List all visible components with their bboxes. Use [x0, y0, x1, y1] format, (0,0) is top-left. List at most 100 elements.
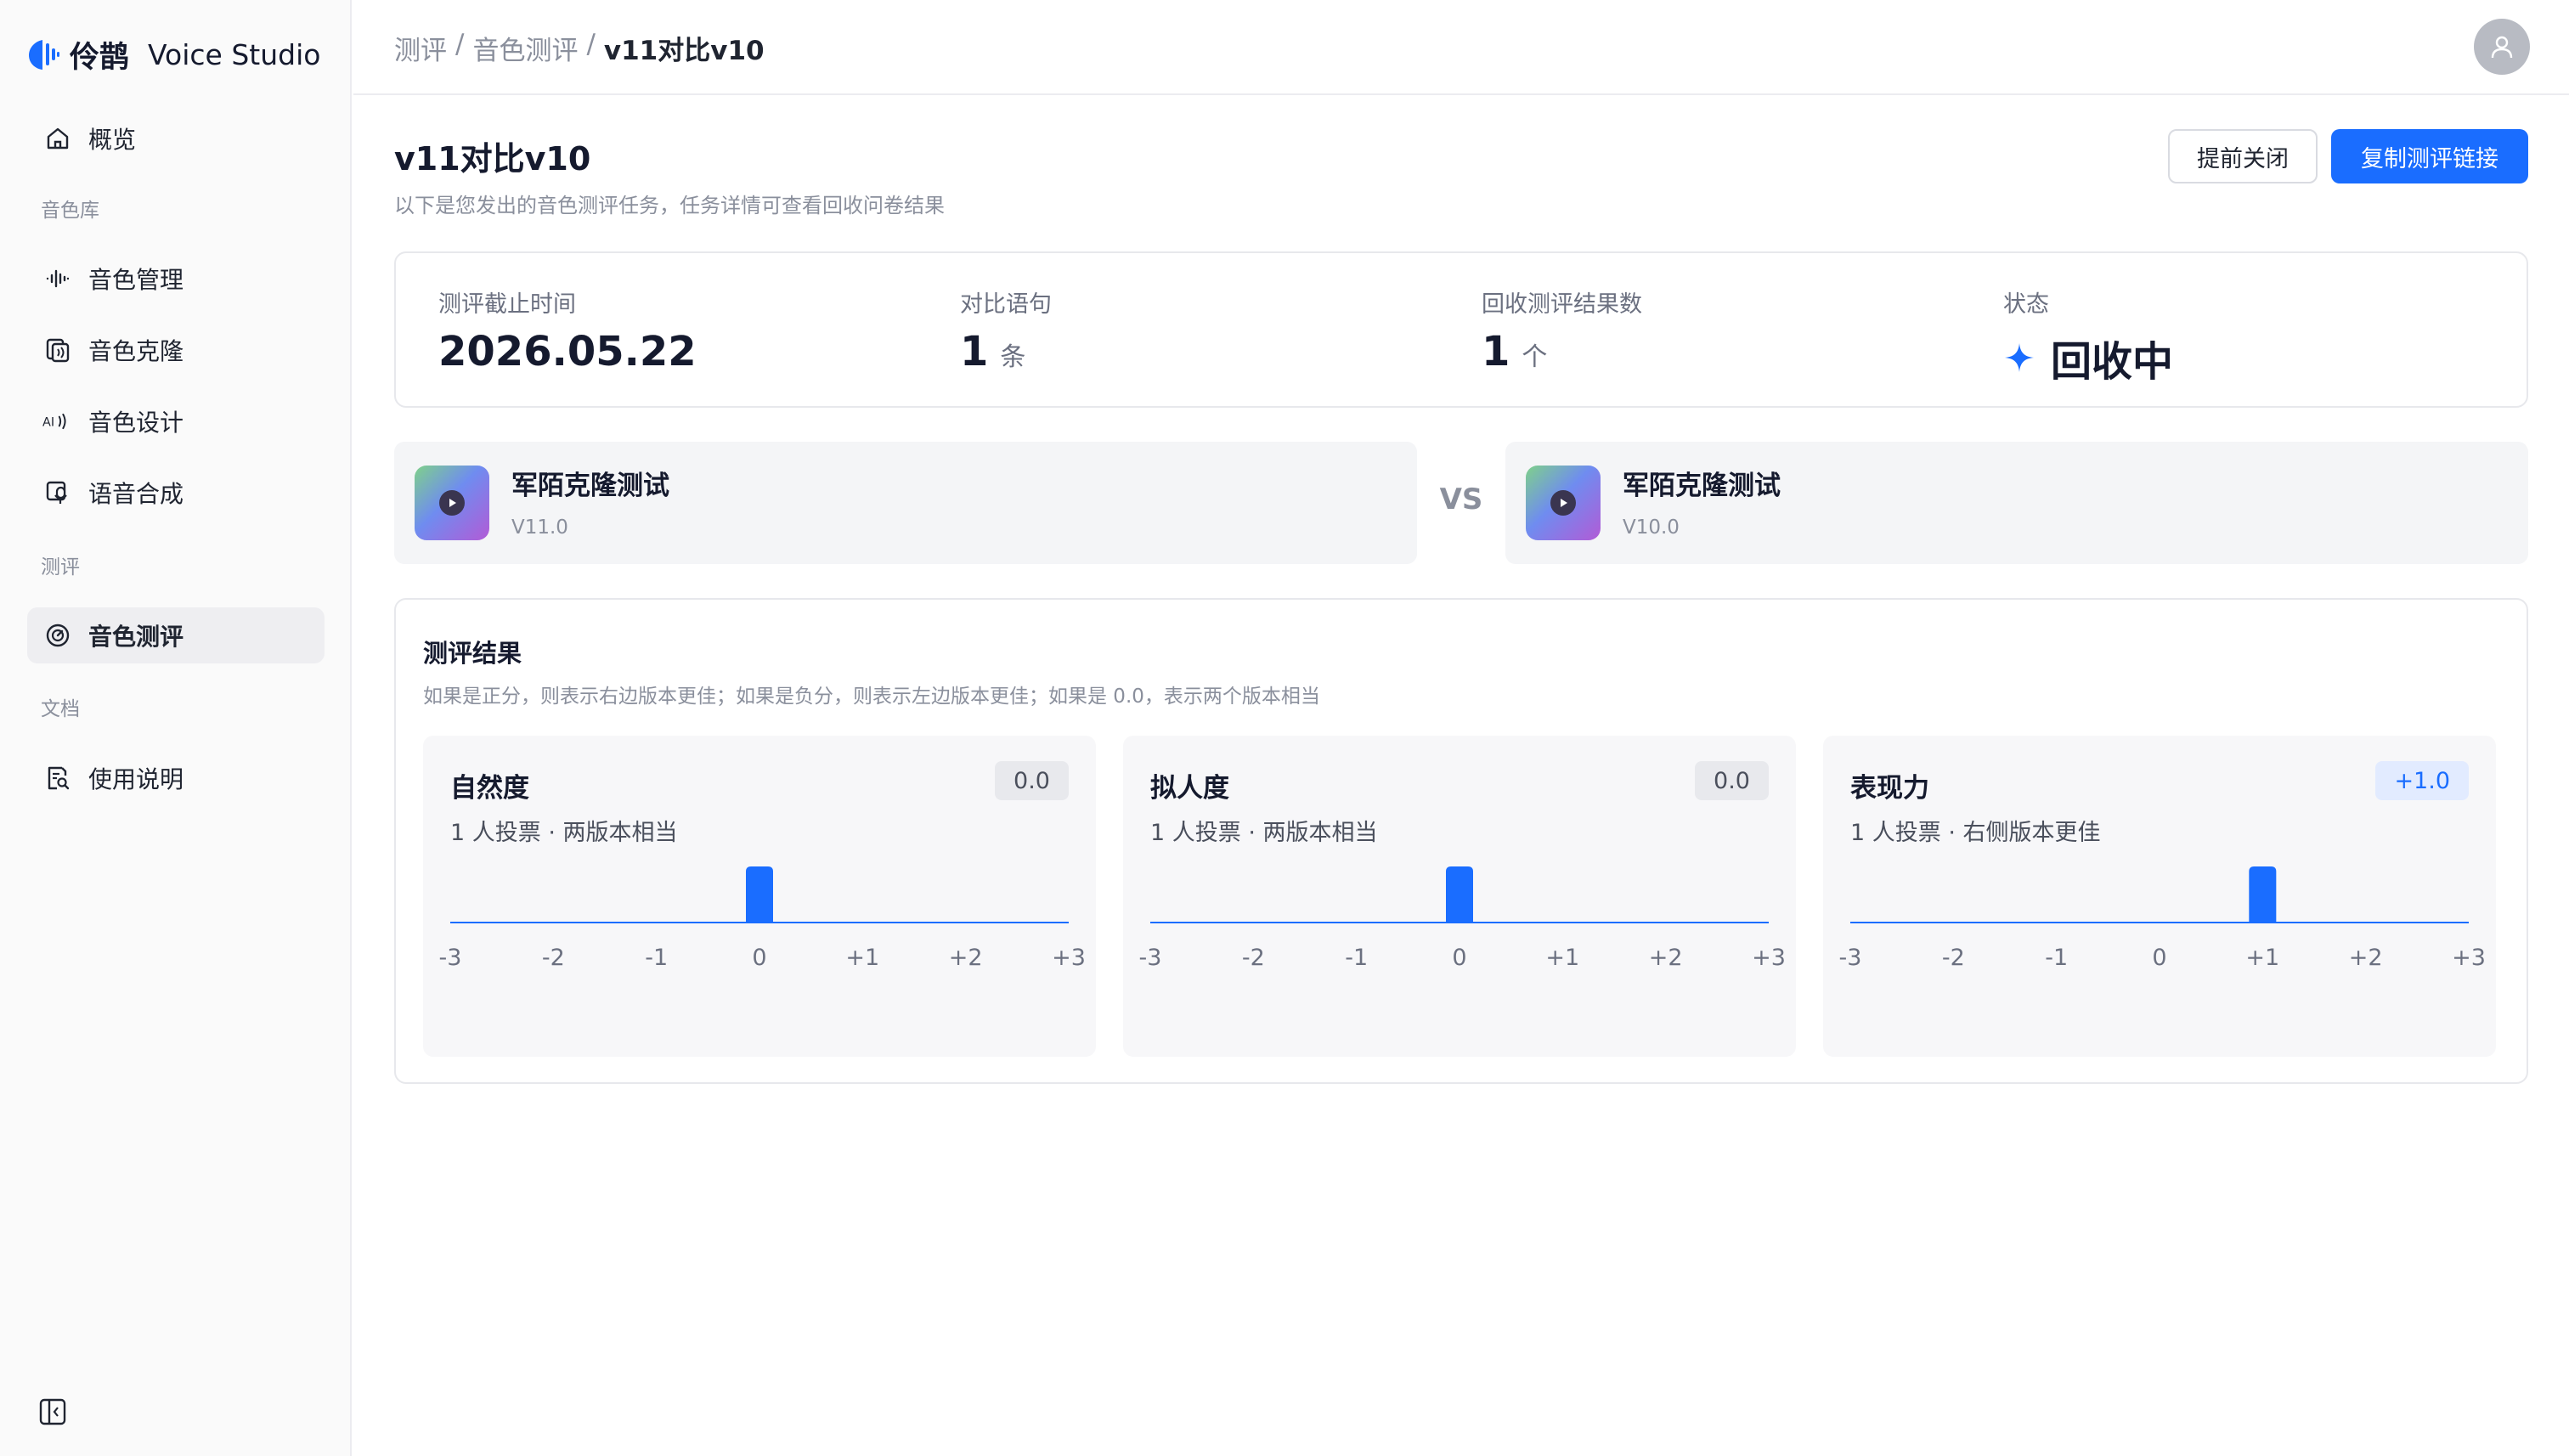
- results-card: 测评结果 如果是正分，则表示右边版本更佳；如果是负分，则表示左边版本更佳；如果是…: [394, 598, 2528, 1084]
- page-title: v11对比v10: [394, 140, 591, 178]
- chart-tick-label: -2: [1942, 945, 1965, 971]
- close-early-button[interactable]: 提前关闭: [2168, 129, 2318, 183]
- brand-logo-icon: [29, 40, 59, 70]
- sidebar-item-voice-manage[interactable]: 音色管理: [27, 251, 325, 307]
- nav-section-docs: 文档: [41, 698, 80, 720]
- sidebar-item-voice-clone[interactable]: 音色克隆: [27, 322, 325, 378]
- breadcrumb-separator: /: [586, 29, 596, 59]
- chart-tick-label: +2: [1649, 945, 1683, 971]
- chart-tick-label: -3: [439, 945, 462, 971]
- breadcrumb: 测评 / 音色测评 / v11对比v10: [394, 29, 765, 67]
- nav-section-evaluation: 测评: [41, 556, 80, 578]
- metric-card-naturalness: 自然度 0.0 1 人投票 · 两版本相当 -3 -2 -1 0 +1 +2 +3: [423, 736, 1096, 1057]
- chart-tick-label: -1: [2045, 945, 2068, 971]
- stats-card: 测评截止时间 2026.05.22 对比语句 1 条 回收测评结果数 1 个 状…: [394, 251, 2528, 408]
- breadcrumb-voice-eval[interactable]: 音色测评: [472, 29, 578, 67]
- sidebar-item-label: 音色管理: [88, 266, 184, 294]
- voice-name: 军陌克隆测试: [1623, 471, 1781, 501]
- breadcrumb-evaluation[interactable]: 测评: [394, 29, 447, 67]
- chart-bar: [1446, 866, 1473, 923]
- sidebar-item-label: 概览: [88, 126, 137, 154]
- vs-label: VS: [1439, 483, 1483, 516]
- chart-tick-label: -2: [542, 945, 565, 971]
- app-root: 伶鹊 Voice Studio 概览 音色库 音色管理 音色克隆 AI 音色设计…: [0, 0, 2569, 1456]
- metric-title: 表现力: [1850, 773, 1929, 804]
- results-title: 测评结果: [423, 639, 522, 668]
- metric-card-expressiveness: 表现力 +1.0 1 人投票 · 右侧版本更佳 -3 -2 -1 0 +1 +2 +3: [1823, 736, 2496, 1057]
- play-button[interactable]: [1526, 466, 1601, 540]
- sidebar-item-speech-synthesis[interactable]: 语音合成: [27, 465, 325, 521]
- ai-voice-icon: AI: [42, 406, 73, 437]
- sidebar-item-label: 音色测评: [88, 623, 184, 651]
- sidebar-item-voice-design[interactable]: AI 音色设计: [27, 393, 325, 449]
- metric-title: 自然度: [450, 773, 529, 804]
- chart-tick-label: +1: [1545, 945, 1579, 971]
- stat-label: 测评截止时间: [438, 291, 576, 318]
- results-description: 如果是正分，则表示右边版本更佳；如果是负分，则表示左边版本更佳；如果是 0.0，…: [423, 686, 1320, 708]
- voice-name: 军陌克隆测试: [511, 471, 669, 501]
- voice-clone-icon: [42, 335, 73, 365]
- metric-votes: 1 人投票 · 两版本相当: [450, 820, 678, 846]
- user-avatar[interactable]: [2474, 19, 2530, 75]
- sidebar-item-label: 音色克隆: [88, 337, 184, 365]
- sidebar: 伶鹊 Voice Studio 概览 音色库 音色管理 音色克隆 AI 音色设计…: [0, 0, 352, 1456]
- copy-eval-link-button[interactable]: 复制测评链接: [2331, 129, 2528, 183]
- metric-title: 拟人度: [1150, 773, 1229, 804]
- metric-card-humanlike: 拟人度 0.0 1 人投票 · 两版本相当 -3 -2 -1 0 +1 +2 +3: [1123, 736, 1796, 1057]
- page-subtitle: 以下是您发出的音色测评任务，任务详情可查看回收问卷结果: [394, 194, 945, 217]
- chart-tick-label: -1: [645, 945, 668, 971]
- score-distribution-chart: -3 -2 -1 0 +1 +2 +3: [1839, 866, 2486, 971]
- gauge-icon: [42, 620, 73, 651]
- version-card-left: 军陌克隆测试 V11.0: [394, 442, 1417, 564]
- svg-text:AI: AI: [42, 415, 54, 429]
- chart-tick-label: 0: [1452, 945, 1466, 971]
- results-unit: 个: [1522, 342, 1548, 372]
- stat-label: 回收测评结果数: [1482, 291, 1642, 318]
- sidebar-item-overview[interactable]: 概览: [27, 110, 325, 166]
- chart-bar: [746, 866, 773, 923]
- sparkle-icon: [2005, 343, 2034, 372]
- brand-name-cn: 伶鹊: [70, 40, 130, 75]
- stat-label: 状态: [2003, 291, 2049, 318]
- sentences-unit: 条: [1000, 342, 1026, 372]
- score-distribution-chart: -3 -2 -1 0 +1 +2 +3: [1139, 866, 1786, 971]
- play-icon: [1550, 490, 1576, 516]
- score-badge: 0.0: [995, 761, 1069, 800]
- voice-version: V10.0: [1623, 516, 1680, 539]
- chart-bar: [2249, 866, 2277, 923]
- stat-results: 回收测评结果数 1 个: [1482, 285, 1642, 375]
- sidebar-item-usage-guide[interactable]: 使用说明: [27, 750, 325, 806]
- chart-tick-label: -2: [1242, 945, 1265, 971]
- stat-sentences: 对比语句 1 条: [960, 285, 1052, 375]
- brand-name-en: Voice Studio: [148, 37, 321, 71]
- metric-votes: 1 人投票 · 右侧版本更佳: [1850, 820, 2101, 846]
- mic-doc-icon: [42, 477, 73, 508]
- metric-votes: 1 人投票 · 两版本相当: [1150, 820, 1378, 846]
- status-value: 回收中: [2051, 338, 2174, 386]
- score-distribution-chart: -3 -2 -1 0 +1 +2 +3: [439, 866, 1086, 971]
- chart-tick-label: +1: [845, 945, 879, 971]
- brand[interactable]: 伶鹊 Voice Studio: [27, 34, 320, 75]
- version-card-right: 军陌克隆测试 V10.0: [1505, 442, 2528, 564]
- sentences-count: 1: [960, 328, 989, 375]
- chart-tick-label: -3: [1139, 945, 1162, 971]
- doc-search-icon: [42, 763, 73, 793]
- stat-status: 状态 回收中: [2003, 285, 2173, 386]
- chart-tick-label: +3: [2452, 945, 2486, 971]
- sidebar-item-voice-eval[interactable]: 音色测评: [27, 607, 325, 663]
- stat-label: 对比语句: [960, 291, 1052, 318]
- chart-tick-label: +3: [1052, 945, 1086, 971]
- score-badge: 0.0: [1695, 761, 1769, 800]
- score-badge: +1.0: [2375, 761, 2469, 800]
- collapse-sidebar-icon[interactable]: [36, 1395, 70, 1429]
- chart-tick-label: +1: [2245, 945, 2279, 971]
- chart-tick-label: 0: [2152, 945, 2166, 971]
- play-button[interactable]: [415, 466, 489, 540]
- stat-deadline: 测评截止时间 2026.05.22: [438, 285, 697, 375]
- chart-tick-label: +2: [2349, 945, 2383, 971]
- top-bar: 测评 / 音色测评 / v11对比v10: [353, 0, 2569, 95]
- waveform-icon: [42, 263, 73, 294]
- user-icon: [2491, 36, 2513, 59]
- play-icon: [439, 490, 465, 516]
- chart-tick-label: -3: [1839, 945, 1862, 971]
